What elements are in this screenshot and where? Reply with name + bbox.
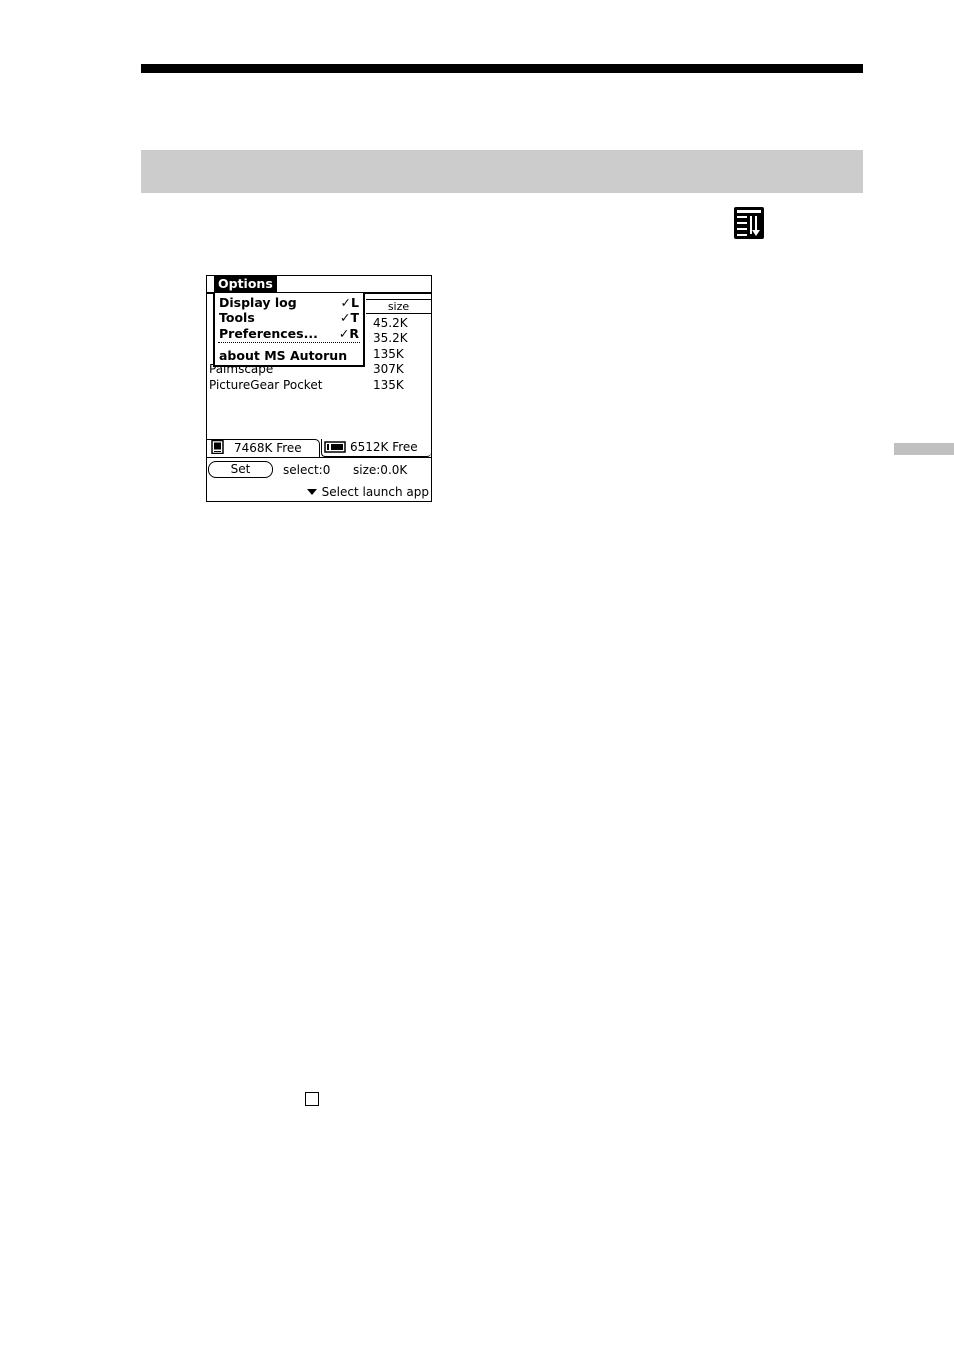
menu-item-label: Tools — [219, 310, 255, 325]
memory-stick-tab[interactable]: 6512K Free — [321, 439, 431, 457]
menu-item-display-log[interactable]: Display log ✓L — [219, 295, 359, 310]
menu-item-tools[interactable]: Tools ✓T — [219, 310, 359, 325]
size-cell: 135K — [373, 347, 404, 361]
select-count: select:0 — [283, 463, 331, 477]
side-index-tab — [894, 443, 954, 455]
menu-item-shortcut: ✓R — [338, 326, 359, 341]
menu-item-shortcut: ✓T — [339, 310, 359, 325]
menu-item-shortcut: ✓L — [340, 295, 359, 310]
dropdown-triangle-icon — [306, 489, 317, 495]
card-free-label: 6512K Free — [350, 440, 418, 454]
options-menu: Display log ✓L Tools ✓T Preferences... ✓… — [213, 293, 365, 367]
internal-memory-tab[interactable]: 7468K Free — [207, 439, 320, 457]
title-bar: Options — [207, 276, 431, 294]
size-cell: 35.2K — [373, 331, 408, 345]
menu-item-preferences[interactable]: Preferences... ✓R — [219, 326, 359, 341]
internal-free-label: 7468K Free — [234, 441, 302, 455]
menu-icon — [734, 207, 764, 239]
menu-item-label: Preferences... — [219, 326, 318, 341]
menu-item-label: Display log — [219, 295, 297, 310]
palm-screen: Options size 45.2K 35.2K 135K Palmscape … — [206, 275, 432, 502]
set-button[interactable]: Set — [208, 461, 273, 478]
app-name-cell[interactable]: PictureGear Pocket — [209, 378, 322, 392]
device-icon — [211, 440, 224, 454]
size-cell: 307K — [373, 362, 404, 376]
size-cell: 135K — [373, 378, 404, 392]
menu-separator — [218, 342, 360, 343]
top-rule — [141, 64, 863, 73]
launch-app-label: Select launch app — [321, 485, 429, 499]
menu-item-about[interactable]: about MS Autorun — [219, 348, 359, 363]
checkbox-icon — [305, 1092, 319, 1106]
size-cell: 45.2K — [373, 316, 408, 330]
size-total: size:0.0K — [353, 463, 408, 477]
menu-title-options[interactable]: Options — [214, 276, 277, 292]
size-column-header[interactable]: size — [366, 299, 431, 314]
section-header-band — [141, 150, 863, 193]
launch-app-dropdown[interactable]: Select launch app — [306, 485, 429, 499]
menu-item-label: about MS Autorun — [219, 348, 348, 363]
divider — [207, 457, 431, 458]
memory-stick-icon — [324, 441, 346, 453]
